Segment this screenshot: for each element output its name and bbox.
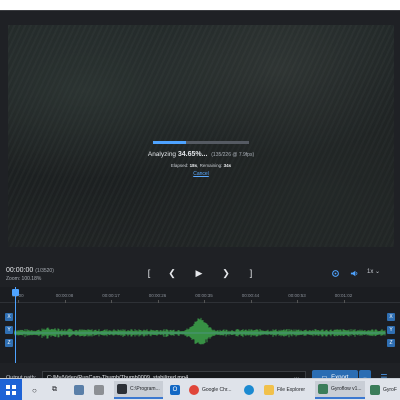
timeline-tick [111, 300, 112, 303]
taskbar-label: GyroF [383, 387, 397, 393]
analysis-overlay [8, 25, 394, 247]
edge-icon [244, 385, 254, 395]
timeline[interactable]: 00:0000:00:0800:00:1700:00:2600:00:3500:… [0, 287, 400, 363]
analysis-percent: 34.65%... [177, 151, 208, 158]
timeline-ruler: 00:0000:00:0800:00:1700:00:2600:00:3500:… [0, 287, 400, 303]
timeline-tick [64, 300, 66, 303]
video-preview: Analyzing 34.65%... (135/226 @ 7.9fps) E… [8, 25, 394, 247]
app-icon [94, 385, 104, 395]
start-button[interactable] [0, 379, 22, 400]
task-view-icon: ⧉ [52, 386, 57, 393]
analysis-label: Analyzing [147, 151, 177, 158]
analysis-status: Analyzing 34.65%... (135/226 @ 7.9fps) [8, 151, 394, 158]
timeline-tick-label: 00:00:35 [195, 293, 213, 298]
play-button[interactable]: ▶ [188, 264, 210, 282]
axis-z-toggle-left[interactable]: Z [5, 339, 13, 347]
stabilization-toggle-icon[interactable] [328, 266, 342, 280]
taskbar-task-view[interactable]: ⧉ [52, 381, 57, 399]
elapsed-value: 18s [189, 163, 198, 168]
axis-y-toggle-left[interactable]: Y [5, 326, 13, 334]
taskbar-file-explorer[interactable]: File Explorer [264, 381, 305, 399]
axis-z-toggle-right[interactable]: Z [387, 339, 395, 347]
axis-y-toggle-right[interactable]: Y [387, 326, 395, 334]
windows-taskbar: ○ ⧉ C:\Program... O Google Chr... File E… [0, 378, 400, 400]
taskbar-label: Google Chr... [202, 387, 232, 393]
analysis-progress-bar [153, 141, 249, 144]
timeline-tick [204, 300, 205, 303]
taskbar-gyroflow[interactable]: Gyroflow v1... [315, 381, 365, 399]
timeline-tick [297, 300, 298, 303]
taskbar-gyroflow-2[interactable]: GyroF [370, 381, 397, 399]
folder-icon [264, 385, 274, 395]
gyroflow-window: Analyzing 34.65%... (135/226 @ 7.9fps) E… [0, 10, 400, 389]
audio-volume-icon[interactable] [347, 266, 361, 280]
terminal-icon [117, 384, 127, 394]
axis-x-toggle-right[interactable]: X [387, 313, 395, 321]
search-icon: ○ [32, 385, 37, 395]
chevron-down-icon: ⌄ [375, 269, 381, 275]
timeline-tick [18, 300, 19, 303]
app-icon [74, 385, 84, 395]
remaining-label: Remaining: [199, 163, 223, 168]
timeline-tick-label: 00:00:08 [55, 293, 74, 298]
zoom-level: Zoom: 100.18% [6, 276, 42, 282]
analysis-progress-fill [153, 141, 187, 144]
current-time: 00:00:00 (1/3520) [6, 267, 54, 274]
windows-logo-icon [6, 385, 16, 395]
taskbar-outlook[interactable]: O [170, 381, 180, 399]
timeline-tick-label: 00:00:53 [288, 293, 306, 298]
frame-counter: (1/3520) [35, 268, 54, 274]
playhead-handle[interactable] [12, 289, 19, 296]
elapsed-label: Elapsed: [170, 163, 189, 168]
taskbar-search[interactable]: ○ [32, 381, 37, 399]
timeline-tick [343, 300, 345, 303]
time-value: 00:00:00 [6, 267, 34, 274]
taskbar-label: Gyroflow v1... [331, 386, 362, 392]
next-frame-button[interactable]: ❯ [215, 264, 237, 282]
speed-value: 1x [367, 269, 374, 275]
prev-frame-button[interactable]: ❮ [161, 264, 183, 282]
analysis-timing: Elapsed: 18s, Remaining: 34s [8, 163, 394, 168]
remaining-value: 34s [223, 163, 232, 168]
taskbar-app-1[interactable] [74, 381, 84, 399]
timeline-tick [250, 300, 252, 303]
goto-end-button[interactable]: ] [240, 264, 262, 282]
taskbar-edge[interactable] [244, 381, 254, 399]
playhead[interactable] [12, 287, 19, 363]
timeline-tick-label: 00:01:02 [334, 293, 353, 298]
taskbar-terminal[interactable]: C:\Program... [114, 381, 163, 399]
gyro-waveform [14, 317, 386, 345]
cancel-analysis-link[interactable]: Cancel [8, 171, 394, 177]
transport-bar: 00:00:00 (1/3520) Zoom: 100.18% [ ❮ ▶ ❯ ]… [0, 251, 400, 282]
goto-start-button[interactable]: [ [138, 264, 160, 282]
timeline-tick-label: 00:00:26 [148, 293, 167, 298]
gyroflow-icon [318, 384, 328, 394]
outlook-icon: O [170, 385, 180, 395]
timeline-tick [157, 300, 159, 303]
timeline-tick-label: 00:00:44 [241, 293, 260, 298]
chrome-icon [189, 385, 199, 395]
gyroflow-icon [370, 385, 380, 395]
playback-speed-select[interactable]: 1x ⌄ [367, 268, 380, 275]
taskbar-app-2[interactable] [94, 381, 104, 399]
taskbar-label: C:\Program... [130, 386, 160, 392]
window-title-strip [0, 0, 400, 10]
taskbar-label: File Explorer [277, 387, 306, 393]
axis-x-toggle-left[interactable]: X [5, 313, 13, 321]
timeline-tick-label: 00:00:17 [102, 293, 120, 298]
taskbar-chrome[interactable]: Google Chr... [189, 381, 231, 399]
analysis-details: (135/226 @ 7.9fps) [211, 152, 255, 158]
